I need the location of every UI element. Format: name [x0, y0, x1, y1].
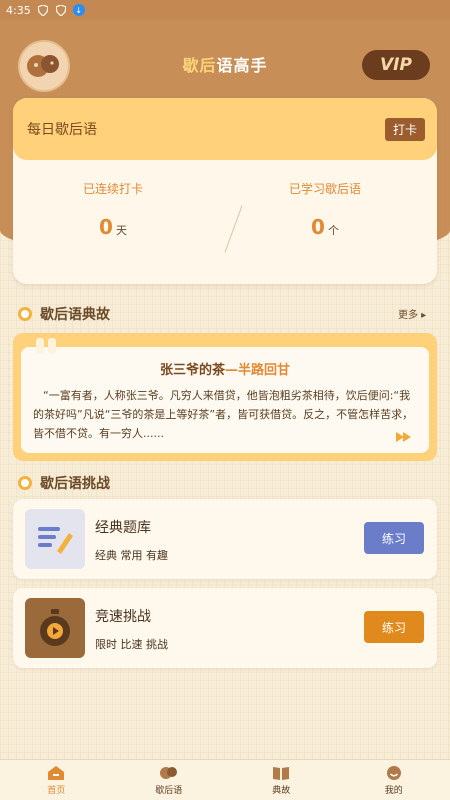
daily-title: 每日歇后语 [27, 122, 97, 138]
title-accent: 歇后 [182, 56, 217, 75]
learned-stat: 已学习歇后语 0个 [225, 180, 425, 239]
nav-label-home: 首页 [47, 785, 66, 796]
bottom-nav: 首页 歇后语 典故 我的 [0, 759, 450, 800]
nav-label-xiehouyu: 歇后语 [155, 785, 183, 796]
shield-icon [37, 4, 49, 16]
learned-unit: 个 [327, 224, 339, 237]
challenge-section-header: 歇后语挑战 [18, 473, 110, 493]
checkin-button[interactable]: 打卡 [384, 117, 425, 141]
learned-value: 0 [311, 215, 325, 239]
challenge-tags-2: 限时 比速 挑战 [95, 638, 168, 651]
nav-item-xiehouyu[interactable]: 歇后语 [113, 760, 226, 800]
quote-icon [36, 338, 56, 354]
challenge-item-speed[interactable]: 竞速挑战 限时 比速 挑战 练习 [13, 588, 437, 668]
pencil-list-icon [25, 509, 85, 569]
smile-icon [385, 765, 403, 781]
fast-forward-icon[interactable] [396, 430, 412, 446]
story-section-title: 歇后语典故 [40, 307, 110, 323]
streak-stat: 已连续打卡 0天 [13, 180, 213, 239]
challenge-section-title: 歇后语挑战 [40, 476, 110, 492]
learned-label: 已学习歇后语 [288, 182, 361, 196]
title-rest: 语高手 [216, 56, 268, 75]
story-card[interactable]: 张三爷的茶—半路回甘 “一富有者，人称张三爷。凡穷人来借贷，他皆泡粗劣茶相待，饮… [13, 333, 437, 461]
nav-label-stories: 典故 [272, 785, 291, 796]
streak-unit: 天 [115, 224, 127, 237]
challenge-name: 经典题库 [95, 520, 151, 536]
home-icon [47, 765, 65, 781]
challenge-name-2: 竞速挑战 [95, 609, 151, 625]
more-link[interactable]: 更多 ▸ [398, 306, 426, 321]
story-section-header: 歇后语典故 [18, 304, 110, 324]
book-icon [272, 765, 290, 781]
shield-icon-2 [55, 4, 67, 16]
daily-card: 每日歇后语 打卡 已连续打卡 0天 已学习歇后语 0个 [13, 98, 437, 284]
nav-item-stories[interactable]: 典故 [225, 760, 338, 800]
nav-item-home[interactable]: 首页 [0, 760, 113, 800]
chat-icon [159, 765, 178, 781]
daily-header: 每日歇后语 打卡 [13, 98, 437, 160]
stopwatch-icon [25, 598, 85, 658]
status-time: 4:35 [6, 3, 31, 17]
nav-item-mine[interactable]: 我的 [338, 760, 450, 800]
section-dot-icon-2 [18, 476, 32, 490]
story-title-highlight: —半路回甘 [225, 363, 291, 378]
challenge-tags: 经典 常用 有趣 [95, 549, 168, 562]
challenge-item-classic[interactable]: 经典题库 经典 常用 有趣 练习 [13, 499, 437, 579]
story-text: “一富有者，人称张三爷。凡穷人来借贷，他皆泡粗劣茶相待，饮后便问:“我的茶好吗”… [33, 389, 414, 440]
story-inner: 张三爷的茶—半路回甘 “一富有者，人称张三爷。凡穷人来借贷，他皆泡粗劣茶相待，饮… [21, 347, 429, 453]
download-icon: ↓ [72, 4, 85, 16]
section-dot-icon [18, 307, 32, 321]
story-title-main: 张三爷的茶 [159, 363, 225, 378]
practice-button-speed[interactable]: 练习 [364, 611, 424, 643]
streak-label: 已连续打卡 [82, 182, 143, 196]
status-bar: 4:35 ↓ [0, 0, 450, 20]
nav-label-mine: 我的 [384, 785, 403, 796]
story-title: 张三爷的茶—半路回甘 [33, 359, 417, 378]
streak-value: 0 [99, 215, 113, 239]
daily-stats: 已连续打卡 0天 已学习歇后语 0个 [13, 160, 437, 284]
practice-button-classic[interactable]: 练习 [364, 522, 424, 554]
vip-button[interactable]: VIP [362, 50, 430, 80]
